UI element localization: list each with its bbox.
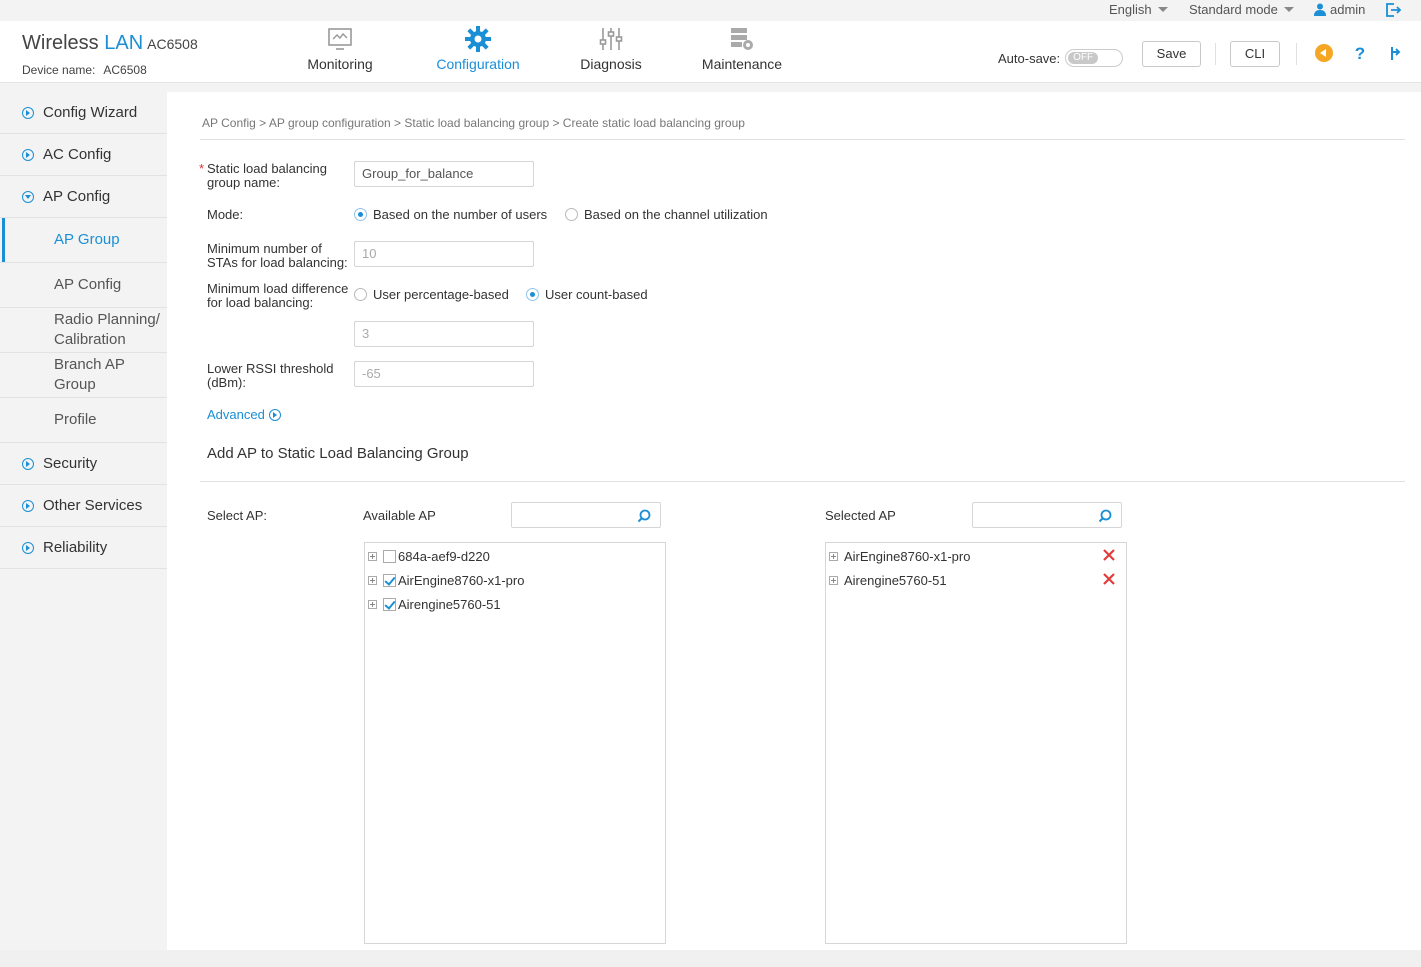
delete-icon[interactable] <box>1102 572 1116 586</box>
min-diff-label: Minimum load difference for load balanci… <box>207 281 349 310</box>
svg-text:?: ? <box>1355 44 1365 63</box>
user-menu[interactable]: admin <box>1314 2 1365 17</box>
sidebar-subitem-ap-group[interactable]: AP Group <box>0 218 167 263</box>
expand-icon <box>268 408 281 421</box>
min-diff-input[interactable]: 3 <box>354 321 534 347</box>
server-gear-icon <box>731 28 753 50</box>
sidebar: Config Wizard AC Config AP Config AP Gro… <box>0 92 167 950</box>
select-ap-label: Select AP: <box>207 508 267 523</box>
search-icon[interactable] <box>1098 509 1112 523</box>
product-title: Wireless LAN AC6508 <box>22 32 198 54</box>
min-sta-input[interactable]: 10 <box>354 241 534 267</box>
rssi-label: Lower RSSI threshold (dBm): <box>207 361 334 390</box>
divider <box>1215 43 1216 65</box>
group-name-label: * Static load balancing group name: <box>199 161 327 190</box>
expand-plus-icon[interactable] <box>368 599 377 609</box>
divider <box>1296 43 1297 65</box>
expand-plus-icon[interactable] <box>829 551 838 561</box>
tab-diagnosis[interactable]: Diagnosis <box>578 25 644 81</box>
sidebar-subitem-radio-planning[interactable]: Radio Planning/ Calibration <box>0 308 167 353</box>
group-name-input[interactable]: Group_for_balance <box>354 161 534 187</box>
list-item[interactable]: AirEngine8760-x1-pro <box>365 569 665 591</box>
sidebar-item-ac-config[interactable]: AC Config <box>0 134 167 176</box>
selected-ap-label: Selected AP <box>825 508 896 523</box>
logout-icon[interactable] <box>1385 2 1402 18</box>
mode-radio-users[interactable]: Based on the number of users <box>354 207 547 222</box>
collapse-icon <box>22 190 34 203</box>
tab-monitoring[interactable]: Monitoring <box>303 25 377 81</box>
sidebar-item-ap-config[interactable]: AP Config <box>0 176 167 218</box>
checkbox[interactable] <box>383 573 396 587</box>
tab-configuration[interactable]: Configuration <box>433 25 523 81</box>
sliders-icon <box>599 28 623 50</box>
list-item[interactable]: Airengine5760-51 <box>826 569 1126 591</box>
sidebar-subitem-ap-config[interactable]: AP Config <box>0 263 167 308</box>
device-name: Device name: AC6508 <box>22 63 147 77</box>
alarm-icon[interactable] <box>1314 43 1334 63</box>
checkbox[interactable] <box>383 597 396 611</box>
mode-select[interactable]: Standard mode <box>1189 2 1294 17</box>
available-ap-list: 684a-aef9-d220 AirEngine8760-x1-pro Aire… <box>364 542 666 944</box>
list-item[interactable]: Airengine5760-51 <box>365 593 665 615</box>
expand-icon <box>22 499 34 512</box>
checkbox[interactable] <box>383 549 396 563</box>
chevron-down-icon <box>1157 7 1168 12</box>
min-sta-label: Minimum number of STAs for load balancin… <box>207 241 348 270</box>
advanced-toggle[interactable]: Advanced <box>207 407 281 422</box>
mode-radio-channel[interactable]: Based on the channel utilization <box>565 207 768 222</box>
list-item[interactable]: AirEngine8760-x1-pro <box>826 545 1126 567</box>
sidebar-subitem-branch-ap-group[interactable]: Branch AP Group <box>0 353 167 398</box>
main-content: AP Config > AP group configuration > Sta… <box>167 92 1421 950</box>
available-ap-label: Available AP <box>363 508 436 523</box>
monitor-icon <box>328 28 352 50</box>
autosave-toggle[interactable]: OFF <box>1065 49 1124 67</box>
top-utility-bar: English Standard mode admin <box>0 0 1421 21</box>
expand-plus-icon[interactable] <box>368 551 377 561</box>
bottom-scrollbar[interactable] <box>0 950 1421 967</box>
expand-plus-icon[interactable] <box>368 575 377 585</box>
autosave-control: Auto-save: OFF <box>998 49 1124 67</box>
navigation-icon[interactable] <box>1386 43 1406 63</box>
divider <box>200 481 1405 482</box>
sidebar-item-reliability[interactable]: Reliability <box>0 527 167 569</box>
sidebar-subitem-profile[interactable]: Profile <box>0 398 167 443</box>
list-item[interactable]: 684a-aef9-d220 <box>365 545 665 567</box>
app-header: Wireless LAN AC6508 Device name: AC6508 Mo… <box>0 21 1421 83</box>
selected-ap-list: AirEngine8760-x1-pro Airengine5760-51 <box>825 542 1127 944</box>
expand-plus-icon[interactable] <box>829 575 838 585</box>
expand-icon <box>22 148 34 161</box>
expand-icon <box>22 106 34 119</box>
mode-label: Mode: <box>207 207 244 222</box>
delete-icon[interactable] <box>1102 548 1116 562</box>
breadcrumb: AP Config > AP group configuration > Sta… <box>202 116 745 130</box>
help-icon[interactable]: ? <box>1350 43 1370 63</box>
expand-icon <box>22 541 34 554</box>
diff-radio-percentage[interactable]: User percentage-based <box>354 287 509 302</box>
available-ap-search[interactable] <box>511 502 661 528</box>
chevron-down-icon <box>1283 7 1294 12</box>
sidebar-item-other-services[interactable]: Other Services <box>0 485 167 527</box>
sidebar-item-config-wizard[interactable]: Config Wizard <box>0 92 167 134</box>
gear-icon <box>465 26 491 52</box>
selected-ap-search[interactable] <box>972 502 1122 528</box>
language-select[interactable]: English <box>1109 2 1168 17</box>
search-icon[interactable] <box>637 509 651 523</box>
divider <box>200 139 1405 140</box>
cli-button[interactable]: CLI <box>1230 41 1280 67</box>
sidebar-item-security[interactable]: Security <box>0 443 167 485</box>
expand-icon <box>22 457 34 470</box>
diff-radio-count[interactable]: User count-based <box>526 287 648 302</box>
rssi-input[interactable]: -65 <box>354 361 534 387</box>
section-title: Add AP to Static Load Balancing Group <box>207 445 469 462</box>
user-icon <box>1314 3 1326 16</box>
save-button[interactable]: Save <box>1142 41 1201 67</box>
tab-maintenance[interactable]: Maintenance <box>700 25 784 81</box>
